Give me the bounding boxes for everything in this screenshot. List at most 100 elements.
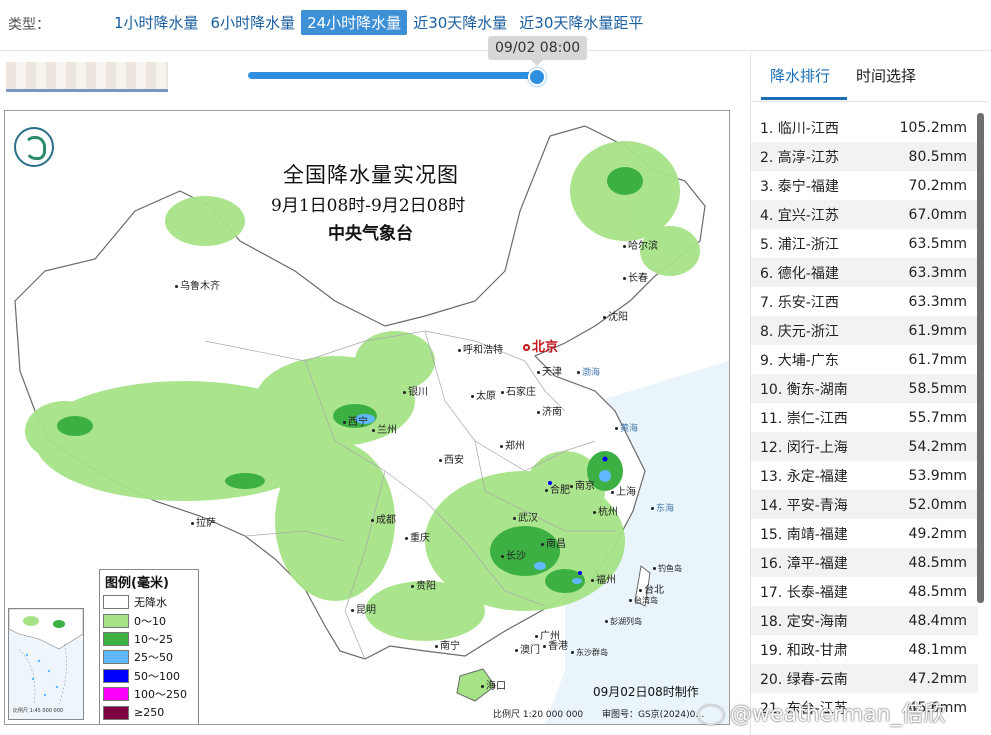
time-slider-track[interactable] xyxy=(248,72,538,79)
precip-value: 67.0mm xyxy=(908,206,967,223)
precip-value: 52.0mm xyxy=(908,496,967,513)
city-label: 长沙 xyxy=(501,547,526,562)
ranking-row[interactable]: 8. 庆元-浙江 61.9mm xyxy=(751,316,978,345)
ranking-row[interactable]: 17. 长泰-福建 48.5mm xyxy=(751,577,978,606)
ranking-row[interactable]: 13. 永定-福建 53.9mm xyxy=(751,461,978,490)
tab-time-select[interactable]: 时间选择 xyxy=(856,65,916,86)
station-name: 8. 庆元-浙江 xyxy=(760,323,839,340)
city-label: 济南 xyxy=(537,403,562,418)
city-label: 郑州 xyxy=(500,437,525,452)
inset-scale: 比例尺 1:45 000 000 xyxy=(13,708,64,714)
city-label: 昆明 xyxy=(351,601,376,616)
city-label: 上海 xyxy=(611,483,636,498)
city-label: 澳门 xyxy=(515,641,540,656)
ranking-scrollbar[interactable] xyxy=(977,113,984,603)
tab-30d-anomaly[interactable]: 近30天降水量距平 xyxy=(513,10,649,35)
ranking-row[interactable]: 2. 高淳-江苏 80.5mm xyxy=(751,142,978,171)
legend-label: 无降水 xyxy=(134,596,167,610)
timeline: 09/02 08:00 xyxy=(0,36,740,100)
ranking-row[interactable]: 7. 乐安-江西 63.3mm xyxy=(751,287,978,316)
blurred-logo xyxy=(6,62,168,92)
ranking-row[interactable]: 14. 平安-青海 52.0mm xyxy=(751,490,978,519)
ranking-row[interactable]: 11. 崇仁-江西 55.7mm xyxy=(751,403,978,432)
island-label: 彭湖列岛 xyxy=(605,616,642,627)
ranking-row[interactable]: 18. 定安-海南 48.4mm xyxy=(751,606,978,635)
ranking-row[interactable]: 19. 和政-甘肃 48.1mm xyxy=(751,635,978,664)
station-name: 4. 宜兴-江苏 xyxy=(760,207,839,224)
legend-swatch xyxy=(103,595,129,610)
ranking-row[interactable]: 4. 宜兴-江苏 67.0mm xyxy=(751,200,978,229)
station-name: 19. 和政-甘肃 xyxy=(760,642,848,659)
city-label: 南宁 xyxy=(435,637,460,652)
legend-swatch xyxy=(103,631,129,646)
map-legend: 图例(毫米) 无降水 0～10 10～25 25～50 50～100 100～2… xyxy=(99,569,199,724)
city-label: 成都 xyxy=(371,511,396,526)
precip-value: 55.7mm xyxy=(908,409,967,426)
time-slider-handle[interactable] xyxy=(528,68,546,86)
city-label: 乌鲁木齐 xyxy=(175,277,220,292)
city-label: 海口 xyxy=(481,677,506,692)
tab-6h[interactable]: 6小时降水量 xyxy=(205,10,302,35)
ranking-row[interactable]: 6. 德化-福建 63.3mm xyxy=(751,258,978,287)
precip-value: 48.1mm xyxy=(908,641,967,658)
legend-label: 50～100 xyxy=(134,669,180,683)
city-label: 贵阳 xyxy=(411,577,436,592)
station-name: 2. 高淳-江苏 xyxy=(760,149,839,166)
ranking-row[interactable]: 12. 闵行-上海 54.2mm xyxy=(751,432,978,461)
station-name: 16. 漳平-福建 xyxy=(760,555,848,572)
station-name: 1. 临川-江西 xyxy=(760,120,839,137)
ranking-tabs: 降水排行 时间选择 xyxy=(751,53,987,102)
review-number: 审图号：GS京(2024)0… xyxy=(602,710,705,720)
city-label: 西宁 xyxy=(343,413,368,428)
ranking-row[interactable]: 5. 浦江-浙江 63.5mm xyxy=(751,229,978,258)
ranking-row[interactable]: 10. 衡东-湖南 58.5mm xyxy=(751,374,978,403)
legend-swatch xyxy=(103,668,129,683)
city-label: 香港 xyxy=(543,637,568,652)
ranking-row[interactable]: 20. 绿春-云南 47.2mm xyxy=(751,664,978,693)
ranking-row[interactable]: 9. 大埔-广东 61.7mm xyxy=(751,345,978,374)
cma-logo-icon xyxy=(14,127,54,167)
city-label: 石家庄 xyxy=(501,383,536,398)
island-label: 台湾岛 xyxy=(629,595,658,606)
precip-value: 63.3mm xyxy=(908,264,967,281)
station-name: 12. 闵行-上海 xyxy=(760,439,848,456)
city-label: 合肥 xyxy=(545,481,570,496)
precip-value: 70.2mm xyxy=(908,177,967,194)
city-label: 杭州 xyxy=(593,503,618,518)
weibo-icon xyxy=(698,705,724,725)
ranking-row[interactable]: 3. 泰宁-福建 70.2mm xyxy=(751,171,978,200)
tab-30d[interactable]: 近30天降水量 xyxy=(407,10,513,35)
legend-item: ≥250 xyxy=(103,703,195,721)
city-label: 西安 xyxy=(439,451,464,466)
precip-value: 80.5mm xyxy=(908,148,967,165)
precip-value: 58.5mm xyxy=(908,380,967,397)
precip-value: 54.2mm xyxy=(908,438,967,455)
legend-label: 10～25 xyxy=(134,632,173,646)
ranking-panel: 降水排行 时间选择 1. 临川-江西 105.2mm 2. 高淳-江苏 80.5mm 3… xyxy=(750,53,987,735)
map-title: 全国降水量实况图 xyxy=(283,163,459,187)
time-tooltip: 09/02 08:00 xyxy=(488,36,588,66)
watermark-text: @weatherman_倍欣 xyxy=(730,702,946,727)
city-label: 天津 xyxy=(537,363,562,378)
legend-swatch xyxy=(103,650,129,665)
city-label: 哈尔滨 xyxy=(623,237,658,252)
ranking-row[interactable]: 16. 漳平-福建 48.5mm xyxy=(751,548,978,577)
legend-title: 图例(毫米) xyxy=(105,576,169,591)
sea-label: 渤海 xyxy=(577,365,600,378)
tab-24h[interactable]: 24小时降水量 xyxy=(301,10,408,35)
city-label: 长春 xyxy=(623,269,648,284)
ranking-row[interactable]: 1. 临川-江西 105.2mm xyxy=(751,113,978,142)
legend-item: 10～25 xyxy=(103,630,195,648)
legend-item: 100～250 xyxy=(103,685,195,703)
ranking-row[interactable]: 15. 南靖-福建 49.2mm xyxy=(751,519,978,548)
tab-precip-ranking[interactable]: 降水排行 xyxy=(770,65,830,86)
station-name: 3. 泰宁-福建 xyxy=(760,178,839,195)
city-label: 台北 xyxy=(639,581,664,596)
tab-1h[interactable]: 1小时降水量 xyxy=(108,10,205,35)
station-name: 17. 长泰-福建 xyxy=(760,584,848,601)
made-time: 09月02日08时制作 xyxy=(593,685,699,699)
legend-item: 25～50 xyxy=(103,648,195,666)
station-name: 11. 崇仁-江西 xyxy=(760,410,848,427)
city-label: 重庆 xyxy=(405,529,430,544)
legend-swatch xyxy=(103,705,129,720)
